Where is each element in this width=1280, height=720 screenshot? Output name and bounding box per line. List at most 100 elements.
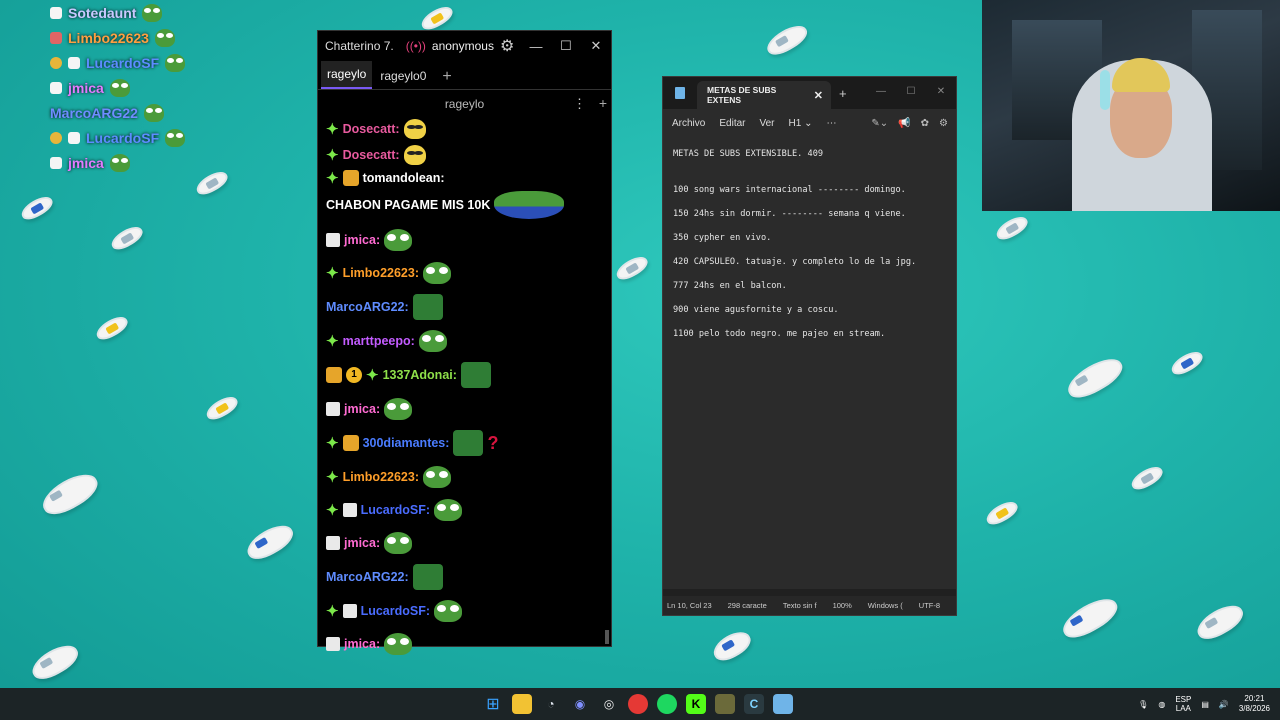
- text-line: METAS DE SUBS EXTENSIBLE. 409: [673, 149, 824, 159]
- boat-decoration: [1192, 599, 1248, 645]
- start-windows-icon[interactable]: ⊞: [483, 694, 503, 714]
- close-tab-icon[interactable]: ✕: [814, 89, 823, 102]
- zoom-level: 100%: [832, 601, 852, 610]
- emote: [384, 229, 413, 251]
- boat-decoration: [27, 639, 83, 685]
- spotify-icon[interactable]: [657, 694, 677, 714]
- moderator-badge-icon: [326, 637, 340, 651]
- notepad-menu-bar: Archivo Editar Ver H1 ⌄ ⋯ ✎⌄ 📢 ✿ ⚙: [663, 109, 956, 137]
- app-icon[interactable]: [715, 694, 735, 714]
- status-bar: Ln 10, Col 23 298 caracte Texto sin f 10…: [663, 596, 956, 615]
- menu-ver[interactable]: Ver: [759, 118, 774, 129]
- kick-icon[interactable]: K: [686, 694, 706, 714]
- chat-message: ✦ LucardoSF:: [326, 498, 603, 522]
- file-explorer-icon[interactable]: [512, 694, 532, 714]
- boat-decoration: [18, 192, 56, 224]
- chat-message: 1 ✦ 1337Adonai:: [326, 362, 603, 388]
- new-tab-button[interactable]: +: [839, 86, 847, 101]
- boat-decoration: [983, 497, 1021, 529]
- account-name[interactable]: anonymous: [432, 39, 494, 53]
- moderator-badge-icon: [326, 402, 340, 416]
- chat-message: jmica:: [326, 531, 603, 555]
- encoding: UTF-8: [918, 601, 941, 610]
- volume-icon[interactable]: 🔊: [1219, 700, 1229, 709]
- network-icon[interactable]: ◍: [1158, 700, 1165, 709]
- maximize-button[interactable]: ☐: [551, 38, 581, 54]
- question-emote-icon: ?: [487, 432, 499, 453]
- emote: [384, 633, 413, 655]
- chatterino-window: Chatterino 7. ((•)) anonymous ⚙ — ☐ ✕ ra…: [317, 30, 612, 655]
- announce-icon[interactable]: 📢: [898, 118, 910, 129]
- emote: [453, 430, 484, 456]
- more-options-icon[interactable]: ⋯: [826, 118, 836, 129]
- sparkle-badge-icon: ✦: [366, 367, 379, 384]
- wifi-icon[interactable]: ▤: [1201, 700, 1209, 709]
- scrollbar[interactable]: [605, 630, 609, 644]
- heading-dropdown[interactable]: H1 ⌄: [789, 118, 813, 129]
- overlay-line: jmica: [50, 75, 250, 100]
- boat-decoration: [37, 466, 103, 522]
- tab-rageylo[interactable]: rageylo: [321, 61, 373, 89]
- text-line: 777 24hs en el balcon.: [673, 281, 787, 291]
- more-menu-icon[interactable]: ⋮: [573, 96, 586, 112]
- chat-message: ✦ LucardoSF:: [326, 599, 603, 623]
- text-line: 350 cypher en vivo.: [673, 233, 772, 243]
- obs-icon[interactable]: ◎: [599, 694, 619, 714]
- maximize-button[interactable]: ☐: [896, 86, 926, 97]
- window-title: Chatterino 7.: [325, 39, 394, 53]
- chatterino-titlebar: Chatterino 7. ((•)) anonymous ⚙ — ☐ ✕: [318, 31, 611, 61]
- chat-message: jmica:: [326, 397, 603, 421]
- chat-message: ✦ marttpeepo:: [326, 329, 603, 353]
- menu-editar[interactable]: Editar: [719, 118, 745, 129]
- channel-name[interactable]: rageylo: [445, 97, 484, 111]
- line-ending: Windows (: [867, 601, 903, 610]
- tab-rageylo0[interactable]: rageylo0: [374, 63, 432, 89]
- menu-archivo[interactable]: Archivo: [672, 118, 705, 129]
- webcam-feed: [982, 0, 1280, 211]
- add-split-button[interactable]: +: [599, 95, 607, 111]
- microphone-icon[interactable]: 🎙: [1138, 700, 1148, 709]
- boat-decoration: [1128, 462, 1166, 494]
- text-line: 420 CAPSULEO. tatuaje. y completo lo de …: [673, 257, 917, 267]
- text-format[interactable]: Texto sin f: [783, 601, 817, 610]
- overlay-line: Sotedaunt: [50, 0, 250, 25]
- settings-gear-icon[interactable]: ⚙: [500, 36, 514, 56]
- language-indicator[interactable]: ESP LAA: [1175, 695, 1191, 713]
- system-tray: 🎙 ◍ ESP LAA ▤ 🔊 20:21 3/8/2026: [1138, 694, 1270, 714]
- minimize-button[interactable]: —: [521, 39, 551, 54]
- settings-gear-icon[interactable]: ⚙: [939, 118, 948, 129]
- notepad-icon[interactable]: [773, 694, 793, 714]
- document-text-area[interactable]: METAS DE SUBS EXTENSIBLE. 409 100 song w…: [663, 137, 956, 589]
- close-button[interactable]: ✕: [926, 86, 956, 97]
- format-icon[interactable]: ✎⌄: [871, 118, 888, 129]
- minimize-button[interactable]: —: [866, 86, 896, 97]
- boat-decoration: [418, 2, 456, 34]
- clock[interactable]: 20:21 3/8/2026: [1239, 694, 1270, 714]
- chat-message: jmica:: [326, 632, 603, 656]
- emote: [434, 600, 463, 622]
- chat-message: ✦ tomandolean: CHABON PAGAME MIS 10K: [326, 169, 603, 219]
- boat-decoration: [1057, 591, 1123, 645]
- close-button[interactable]: ✕: [581, 38, 611, 54]
- steam-icon[interactable]: ◔: [541, 694, 561, 714]
- chatterino-icon[interactable]: C: [744, 694, 764, 714]
- chat-message: ✦ Limbo22623:: [326, 261, 603, 285]
- boat-decoration: [108, 222, 146, 254]
- chrome-icon[interactable]: [628, 694, 648, 714]
- add-tab-button[interactable]: +: [434, 65, 459, 89]
- streamer-mode-icon[interactable]: ((•)): [406, 39, 426, 53]
- discord-icon[interactable]: ◉: [570, 694, 590, 714]
- document-tab[interactable]: METAS DE SUBS EXTENS ✕: [697, 81, 831, 109]
- sparkle-badge-icon: ✦: [326, 170, 339, 187]
- boat-decoration: [242, 519, 298, 565]
- chat-message: ✦ 300diamantes:?: [326, 430, 603, 456]
- sparkle-badge-icon: ✦: [326, 333, 339, 350]
- text-line: 900 viene agusfornite y a coscu.: [673, 305, 839, 315]
- text-line: 100 song wars internacional -------- dom…: [673, 185, 906, 195]
- char-count: 298 caracte: [727, 601, 767, 610]
- boat-decoration: [1062, 351, 1128, 405]
- copilot-icon[interactable]: ✿: [921, 118, 929, 129]
- sparkle-badge-icon: ✦: [326, 502, 339, 519]
- emote: [423, 466, 451, 488]
- overlay-line: LucardoSF: [50, 50, 250, 75]
